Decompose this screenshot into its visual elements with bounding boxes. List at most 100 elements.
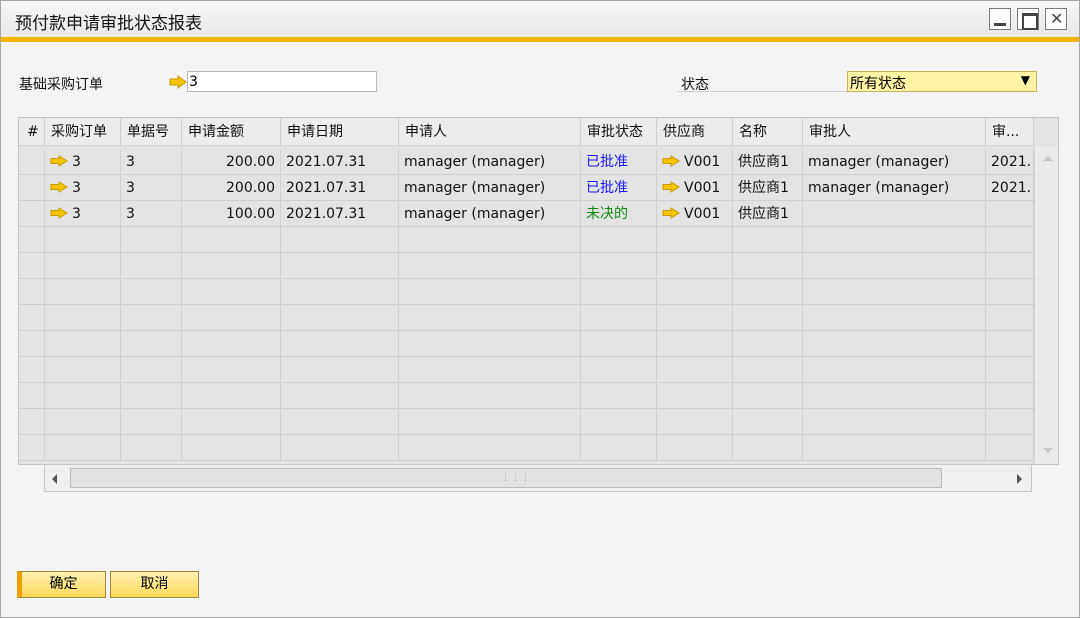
scroll-down-icon[interactable] (1043, 448, 1053, 453)
table-cell[interactable] (121, 227, 182, 253)
link-arrow-icon[interactable] (50, 207, 68, 219)
table-cell[interactable] (657, 435, 733, 461)
table-cell[interactable]: manager (manager) (399, 201, 581, 227)
table-cell[interactable]: 2021. (986, 175, 1034, 201)
table-cell[interactable]: 3 (45, 175, 121, 201)
table-cell[interactable] (399, 331, 581, 357)
table-cell[interactable] (121, 305, 182, 331)
table-cell[interactable] (581, 435, 657, 461)
table-cell[interactable] (986, 435, 1034, 461)
table-cell[interactable] (399, 435, 581, 461)
table-cell[interactable] (733, 253, 803, 279)
table-row[interactable] (19, 357, 1034, 383)
scroll-left-icon[interactable] (52, 474, 57, 484)
column-header[interactable]: # (19, 118, 45, 146)
table-cell[interactable] (121, 435, 182, 461)
column-header[interactable]: 单据号 (121, 118, 182, 146)
table-cell[interactable] (281, 253, 399, 279)
table-cell[interactable] (657, 383, 733, 409)
table-cell[interactable] (281, 409, 399, 435)
table-cell[interactable] (803, 357, 986, 383)
table-cell[interactable]: V001 (657, 149, 733, 175)
table-cell[interactable] (986, 383, 1034, 409)
horizontal-scroll-thumb[interactable]: ⋮⋮⋮ (70, 468, 942, 488)
table-row[interactable] (19, 331, 1034, 357)
column-header[interactable]: 名称 (733, 118, 803, 146)
table-cell[interactable] (45, 435, 121, 461)
column-header[interactable]: 审... (986, 118, 1034, 146)
table-cell[interactable] (182, 253, 281, 279)
link-arrow-icon[interactable] (662, 207, 680, 219)
table-cell[interactable]: 3 (121, 175, 182, 201)
table-cell[interactable] (281, 331, 399, 357)
table-cell[interactable]: manager (manager) (399, 149, 581, 175)
table-row[interactable] (19, 227, 1034, 253)
table-row[interactable]: 3 3 200.00 2021.07.31 manager (manager) 已批准 V0… (19, 149, 1034, 175)
table-row[interactable] (19, 279, 1034, 305)
table-cell[interactable] (581, 331, 657, 357)
minimize-button[interactable] (989, 8, 1011, 30)
table-cell[interactable]: 3 (45, 149, 121, 175)
table-cell[interactable] (733, 409, 803, 435)
table-cell[interactable] (733, 305, 803, 331)
table-row[interactable] (19, 435, 1034, 461)
table-cell[interactable] (281, 305, 399, 331)
table-cell[interactable]: 2021.07.31 (281, 201, 399, 227)
table-cell[interactable] (45, 409, 121, 435)
table-cell[interactable] (803, 227, 986, 253)
table-cell[interactable] (182, 383, 281, 409)
row-selector[interactable] (19, 175, 45, 201)
table-cell[interactable] (45, 305, 121, 331)
table-cell[interactable] (581, 409, 657, 435)
table-cell[interactable] (733, 383, 803, 409)
table-cell[interactable] (121, 383, 182, 409)
table-cell[interactable] (45, 357, 121, 383)
table-cell[interactable] (182, 331, 281, 357)
table-cell[interactable] (281, 279, 399, 305)
column-header[interactable]: 申请人 (399, 118, 581, 146)
cancel-button[interactable]: 取消 (110, 571, 199, 598)
table-cell[interactable] (399, 279, 581, 305)
table-cell[interactable] (986, 253, 1034, 279)
base-po-input[interactable] (187, 71, 377, 92)
row-selector[interactable] (19, 331, 45, 357)
table-cell[interactable] (803, 331, 986, 357)
horizontal-scrollbar[interactable]: ⋮⋮⋮ (44, 464, 1032, 492)
table-cell[interactable] (45, 279, 121, 305)
table-cell[interactable] (733, 357, 803, 383)
table-cell[interactable] (657, 227, 733, 253)
table-cell[interactable] (803, 383, 986, 409)
table-cell[interactable] (986, 305, 1034, 331)
table-cell[interactable] (399, 357, 581, 383)
table-row[interactable]: 3 3 200.00 2021.07.31 manager (manager) 已批准 V0… (19, 175, 1034, 201)
close-button[interactable]: ✕ (1045, 8, 1067, 30)
row-selector[interactable] (19, 149, 45, 175)
column-header[interactable]: 审批状态 (581, 118, 657, 146)
table-cell[interactable] (657, 279, 733, 305)
table-row[interactable] (19, 253, 1034, 279)
table-cell[interactable] (657, 331, 733, 357)
table-cell[interactable] (182, 227, 281, 253)
table-row[interactable] (19, 409, 1034, 435)
table-cell[interactable] (281, 435, 399, 461)
vertical-scrollbar[interactable] (1034, 146, 1058, 464)
table-cell[interactable] (121, 253, 182, 279)
table-cell[interactable]: 3 (121, 149, 182, 175)
table-cell[interactable] (121, 331, 182, 357)
link-arrow-icon[interactable] (662, 181, 680, 193)
table-cell[interactable]: 供应商1 (733, 175, 803, 201)
table-cell[interactable]: manager (manager) (399, 175, 581, 201)
status-dropdown[interactable]: 所有状态 ▼ (847, 71, 1037, 92)
row-selector[interactable] (19, 253, 45, 279)
table-cell[interactable]: 已批准 (581, 175, 657, 201)
table-cell[interactable] (45, 383, 121, 409)
table-cell[interactable] (803, 305, 986, 331)
table-cell[interactable] (121, 279, 182, 305)
table-cell[interactable] (581, 383, 657, 409)
table-cell[interactable] (986, 279, 1034, 305)
table-cell[interactable] (733, 331, 803, 357)
table-cell[interactable] (733, 435, 803, 461)
table-cell[interactable]: manager (manager) (803, 175, 986, 201)
table-cell[interactable] (182, 279, 281, 305)
table-cell[interactable] (399, 409, 581, 435)
